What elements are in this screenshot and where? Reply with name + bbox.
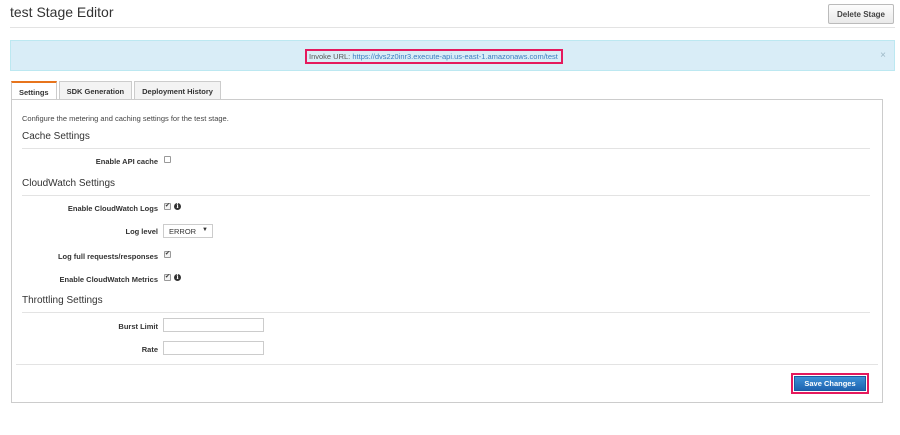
section-divider <box>22 148 870 149</box>
burst-limit-label: Burst Limit <box>118 322 158 331</box>
settings-intro: Configure the metering and caching setti… <box>22 114 229 123</box>
enable-cloudwatch-logs-label: Enable CloudWatch Logs <box>67 204 158 213</box>
enable-cloudwatch-metrics-checkbox[interactable]: ✔ <box>164 274 171 281</box>
close-icon[interactable]: × <box>880 50 886 61</box>
log-level-label: Log level <box>125 227 158 236</box>
enable-cloudwatch-logs-checkbox[interactable]: ✔ <box>164 203 171 210</box>
throttling-settings-title: Throttling Settings <box>22 295 103 306</box>
chevron-down-icon: ▼ <box>202 227 208 233</box>
rate-input[interactable] <box>163 341 264 355</box>
footer-divider <box>16 364 878 365</box>
info-icon[interactable]: i <box>174 274 181 281</box>
tab-deployment-history[interactable]: Deployment History <box>134 81 221 100</box>
burst-limit-input[interactable] <box>163 318 264 332</box>
save-changes-highlight: Save Changes <box>791 373 869 394</box>
cloudwatch-settings-title: CloudWatch Settings <box>22 178 116 189</box>
tab-sdk-generation[interactable]: SDK Generation <box>58 81 133 100</box>
info-icon[interactable]: i <box>174 203 181 210</box>
settings-panel: Configure the metering and caching setti… <box>11 99 883 403</box>
title-divider <box>10 27 895 28</box>
rate-label: Rate <box>141 345 158 354</box>
stage-tabs: Settings SDK Generation Deployment Histo… <box>11 81 223 101</box>
section-divider <box>22 195 870 196</box>
page-title: test Stage Editor <box>10 4 114 20</box>
invoke-url-link[interactable]: https://dvs2z0inr3.execute-api.us-east-1… <box>352 52 558 61</box>
log-full-requests-checkbox[interactable]: ✔ <box>164 251 171 258</box>
enable-api-cache-label: Enable API cache <box>95 157 158 166</box>
log-level-select[interactable]: ERROR ▼ <box>163 224 213 238</box>
delete-stage-button[interactable]: Delete Stage <box>828 4 894 24</box>
log-level-value: ERROR <box>169 226 197 236</box>
log-full-requests-label: Log full requests/responses <box>57 252 158 261</box>
enable-api-cache-checkbox[interactable] <box>164 156 171 163</box>
enable-cloudwatch-metrics-label: Enable CloudWatch Metrics <box>59 275 159 284</box>
tab-settings[interactable]: Settings <box>11 81 57 101</box>
cache-settings-title: Cache Settings <box>22 131 90 142</box>
invoke-url-highlight: Invoke URL: https://dvs2z0inr3.execute-a… <box>305 49 563 64</box>
save-changes-button[interactable]: Save Changes <box>794 376 866 391</box>
invoke-url-prefix: Invoke URL: <box>309 52 351 61</box>
section-divider <box>22 312 870 313</box>
invoke-url-banner: Invoke URL: https://dvs2z0inr3.execute-a… <box>10 40 895 71</box>
